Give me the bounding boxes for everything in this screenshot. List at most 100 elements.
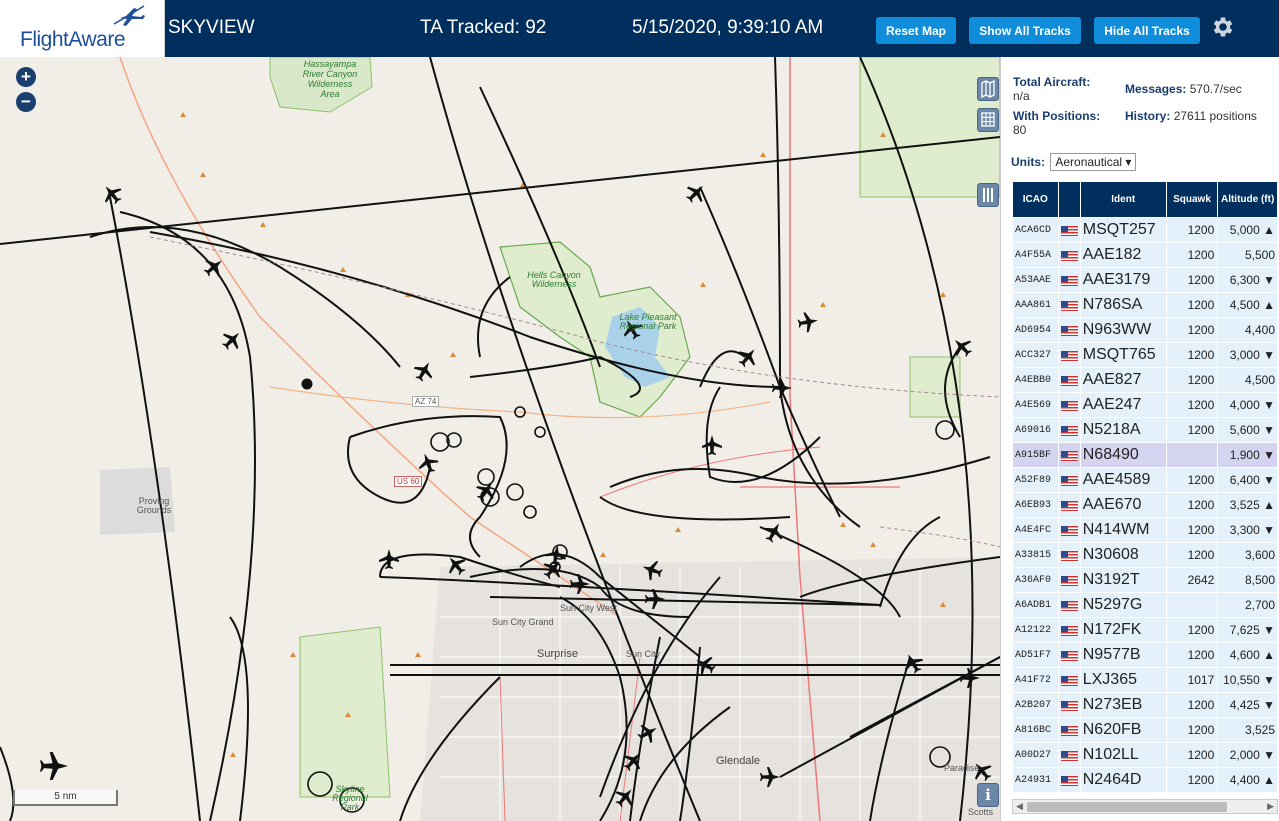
col-header-icao[interactable]: ICAO (1013, 182, 1058, 217)
map-label-proving-grounds: Proving Grounds (136, 496, 172, 515)
map-view[interactable]: Hassayampa River Canyon Wilderness Area … (0, 57, 1000, 821)
col-header-altitude[interactable]: Altitude (ft) (1218, 182, 1277, 217)
table-row[interactable]: A6ADB1 N5297G 2,700 (1013, 593, 1277, 617)
altitude-value: 4,600 (1229, 648, 1260, 662)
table-row[interactable]: A915BF N68490 1,900 ▼ (1013, 443, 1277, 467)
altitude-value: 5,600 (1229, 423, 1260, 437)
table-row[interactable]: A4EBB0 AAE827 1200 4,500 (1013, 368, 1277, 392)
info-icon[interactable]: i (977, 783, 999, 807)
us-flag-icon (1060, 425, 1078, 436)
us-flag-icon (1060, 250, 1078, 261)
top-header: FlightAware SKYVIEW TA Tracked: 92 5/15/… (0, 0, 1279, 57)
table-row[interactable]: A4E569 AAE247 1200 4,000 ▼ (1013, 393, 1277, 417)
aircraft-table-body: ACA6CD MSQT257 1200 5,000 ▲ A4F55A AAE182 1200… (1013, 218, 1277, 792)
aircraft-table-container[interactable]: ICAO Ident Squawk Altitude (ft) ACA6CD MS… (1012, 181, 1279, 801)
altitude-trend-icon: ▼ (1263, 348, 1275, 362)
scrollbar-thumb[interactable] (1027, 802, 1227, 812)
table-row[interactable]: A69016 N5218A 1200 5,600 ▼ (1013, 418, 1277, 442)
with-positions-label: With Positions: (1013, 109, 1101, 123)
col-header-ident[interactable]: Ident (1080, 182, 1166, 217)
altitude-value: 5,000 (1229, 223, 1260, 237)
airplane-icon (379, 549, 399, 569)
table-row[interactable]: AD51F7 N9577B 1200 4,600 ▲ (1013, 643, 1277, 667)
table-row[interactable]: A12122 N172FK 1200 7,625 ▼ (1013, 618, 1277, 642)
flag-cell (1058, 493, 1080, 517)
squawk-cell (1166, 593, 1218, 617)
us-flag-icon (1060, 275, 1078, 286)
flag-cell (1058, 743, 1080, 767)
reset-map-button[interactable]: Reset Map (876, 17, 956, 44)
table-row[interactable]: ACC327 MSQT765 1200 3,000 ▼ (1013, 343, 1277, 367)
airplane-icon (40, 752, 68, 780)
map-label-surprise: Surprise (537, 648, 578, 660)
altitude-cell: 4,500 (1218, 368, 1277, 392)
altitude-cell: 3,600 (1218, 543, 1277, 567)
squawk-cell: 1200 (1166, 218, 1218, 242)
squawk-cell: 1200 (1166, 768, 1218, 792)
altitude-trend-icon: ▼ (1263, 698, 1275, 712)
zoom-out-button[interactable]: − (16, 92, 36, 112)
altitude-trend-icon: ▼ (1263, 623, 1275, 637)
altitude-cell: 2,000 ▼ (1218, 743, 1277, 767)
table-row[interactable]: A53AAE AAE3179 1200 6,300 ▼ (1013, 268, 1277, 292)
table-row[interactable]: ACA6CD MSQT257 1200 5,000 ▲ (1013, 218, 1277, 242)
scroll-right-icon[interactable]: ▶ (1267, 800, 1274, 813)
us-flag-icon (1060, 375, 1078, 386)
scale-bar: 5 nm (13, 790, 118, 806)
ident-cell: N3192T (1080, 568, 1166, 592)
ident-cell: N2464D (1080, 768, 1166, 792)
altitude-value: 6,400 (1229, 473, 1260, 487)
table-row[interactable]: A4E4FC N414WM 1200 3,300 ▼ (1013, 518, 1277, 542)
total-aircraft-stat: Total Aircraft: n/a (1013, 75, 1090, 103)
icao-cell: ACA6CD (1013, 218, 1058, 242)
table-row[interactable]: A4F55A AAE182 1200 5,500 (1013, 243, 1277, 267)
datetime-display: 5/15/2020, 9:39:10 AM (632, 17, 824, 38)
history-label: History: (1125, 109, 1171, 123)
table-row[interactable]: A2B207 N273EB 1200 4,425 ▼ (1013, 693, 1277, 717)
col-header-squawk[interactable]: Squawk (1166, 182, 1218, 217)
ident-cell: N5297G (1080, 593, 1166, 617)
icao-cell: A6EB93 (1013, 493, 1058, 517)
hide-all-tracks-button[interactable]: Hide All Tracks (1094, 17, 1200, 44)
altitude-value: 2,000 (1229, 748, 1260, 762)
table-row[interactable]: A24931 N2464D 1200 4,400 ▲ (1013, 768, 1277, 792)
icao-cell: A6ADB1 (1013, 593, 1058, 617)
us-flag-icon (1060, 400, 1078, 411)
flightaware-logo[interactable]: FlightAware (0, 0, 165, 57)
with-positions-value: 80 (1013, 123, 1027, 137)
gear-icon[interactable] (1210, 14, 1236, 40)
table-row[interactable]: AD6954 N963WW 1200 4,400 (1013, 318, 1277, 342)
airplane-icon (760, 518, 788, 546)
flag-cell (1058, 268, 1080, 292)
ident-cell: N273EB (1080, 693, 1166, 717)
table-row[interactable]: A41F72 LXJ365 1017 10,550 ▼ (1013, 668, 1277, 692)
map-layers-button[interactable] (977, 77, 999, 101)
squawk-cell: 1200 (1166, 468, 1218, 492)
squawk-cell: 1200 (1166, 543, 1218, 567)
zoom-in-button[interactable]: + (16, 67, 36, 87)
messages-value: 570.7/sec (1189, 82, 1242, 96)
grid-button[interactable] (977, 108, 999, 132)
altitude-cell: 5,600 ▼ (1218, 418, 1277, 442)
messages-stat: Messages: 570.7/sec (1125, 82, 1242, 96)
icao-cell: A00D27 (1013, 743, 1058, 767)
map-label-sun-city-grand: Sun City Grand (492, 617, 554, 627)
table-row[interactable]: AAA861 N786SA 1200 4,500 ▲ (1013, 293, 1277, 317)
map-canvas[interactable] (0, 57, 1000, 821)
table-row[interactable]: A816BC N620FB 1200 3,525 (1013, 718, 1277, 742)
squawk-cell (1166, 443, 1218, 467)
table-row[interactable]: A33815 N30608 1200 3,600 (1013, 543, 1277, 567)
units-select[interactable]: Aeronautical ▾ (1050, 153, 1137, 171)
horizontal-scrollbar[interactable]: ◀ ▶ (1012, 799, 1278, 814)
toggle-sidebar-button[interactable] (977, 183, 999, 207)
table-row[interactable]: A6EB93 AAE670 1200 3,525 ▲ (1013, 493, 1277, 517)
ident-cell: N5218A (1080, 418, 1166, 442)
show-all-tracks-button[interactable]: Show All Tracks (969, 17, 1081, 44)
ident-cell: AAE182 (1080, 243, 1166, 267)
map-label-hassayampa: Hassayampa River Canyon Wilderness Area (302, 59, 358, 99)
table-row[interactable]: A52F89 AAE4589 1200 6,400 ▼ (1013, 468, 1277, 492)
table-row[interactable]: A00D27 N102LL 1200 2,000 ▼ (1013, 743, 1277, 767)
table-row[interactable]: A36AF0 N3192T 2642 8,500 (1013, 568, 1277, 592)
col-header-flag[interactable] (1058, 182, 1080, 217)
scroll-left-icon[interactable]: ◀ (1016, 800, 1023, 813)
